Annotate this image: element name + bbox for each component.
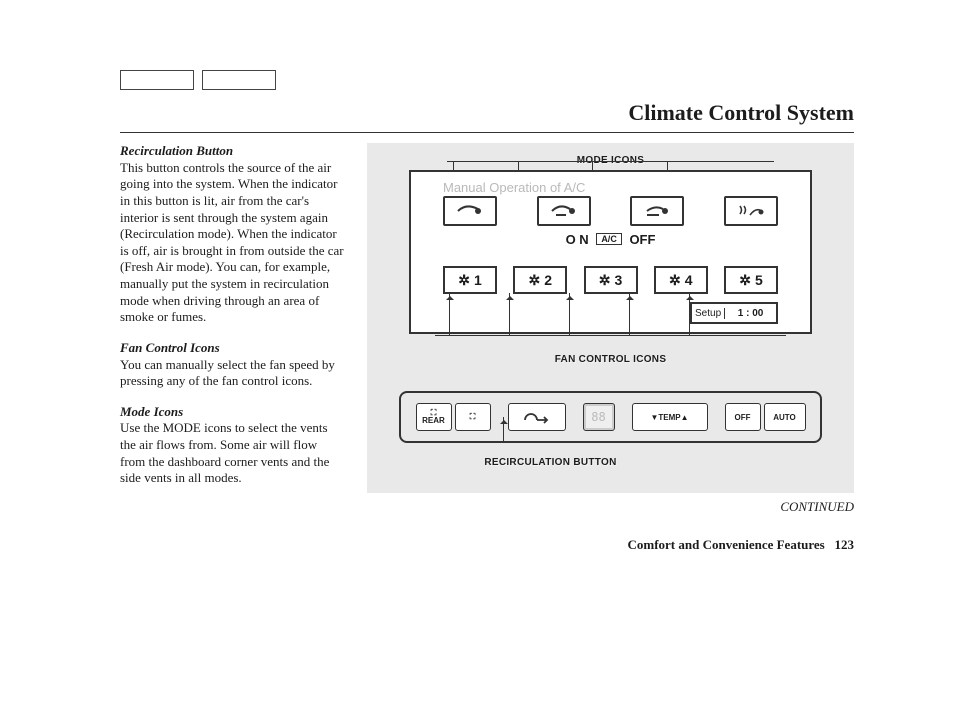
page-footer: Comfort and Convenience Features 123 [367,537,854,553]
ac-off: OFF [629,232,655,247]
main-layout: Recirculation Button This button control… [120,143,854,553]
temp-label: TEMP [658,413,680,422]
leader-recirc [503,417,504,441]
setup-label: Setup [692,308,725,319]
mode-icon-face [443,196,497,226]
page-number: 123 [835,537,855,552]
auto-button: AUTO [764,403,806,431]
page-title: Climate Control System [120,100,854,126]
physical-panel: ⛶REAR ⛶ 88 ▼ TEMP ▲ OFF AUTO [399,391,822,443]
fan-row: ✲1 ✲2 ✲3 ✲4 ✲5 [443,266,778,294]
mode-icon-feet [630,196,684,226]
rear-defrost-button: ⛶REAR [416,403,452,431]
continued-label: CONTINUED [367,499,854,515]
ac-chip: A/C [596,233,622,245]
fan-icon: ✲ [739,272,751,289]
display-screen: Manual Operation of A/C O N A/C OFF ✲1 ✲… [409,170,812,334]
fan-2: ✲2 [513,266,567,294]
blank-tab-1 [120,70,194,90]
leader-mode-h [447,161,774,162]
figure-box: MODE ICONS Manual Operation of A/C O N A… [367,143,854,493]
leader-f1 [449,293,450,335]
fan-icon: ✲ [669,272,681,289]
setup-clock: Setup 1 : 00 [690,302,778,324]
recirculation-button [508,403,566,431]
fan-icon: ✲ [528,272,540,289]
leader-f2 [509,293,510,335]
leader-f3 [569,293,570,335]
fan-3: ✲3 [584,266,638,294]
footer-section: Comfort and Convenience Features [627,537,824,552]
mode-heading: Mode Icons [120,404,183,419]
fan-heading: Fan Control Icons [120,340,220,355]
fan-5-label: 5 [755,272,763,288]
temp-display-value: 88 [591,410,605,424]
rear-label: REAR [422,416,445,425]
ac-line: O N A/C OFF [411,232,810,247]
mode-icon-row [443,196,778,226]
auto-label: AUTO [773,413,796,422]
front-defrost-button: ⛶ [455,403,491,431]
temp-display: 88 [583,403,615,431]
mode-body: Use the MODE icons to select the vents t… [120,420,329,485]
fan-3-label: 3 [614,272,622,288]
fan-4: ✲4 [654,266,708,294]
temp-rocker: ▼ TEMP ▲ [632,403,708,431]
off-button: OFF [725,403,761,431]
mode-icon-face-feet [537,196,591,226]
recirc-heading: Recirculation Button [120,143,233,158]
fan-5: ✲5 [724,266,778,294]
blank-tab-2 [202,70,276,90]
text-column: Recirculation Button This button control… [120,143,345,553]
header-tag-boxes [120,70,854,90]
leader-fan-h [435,335,786,336]
caption-recirc: RECIRCULATION BUTTON [381,457,840,468]
off-label: OFF [735,413,751,422]
caption-fan-icons: FAN CONTROL ICONS [381,354,840,365]
fan-1: ✲1 [443,266,497,294]
leader-f4 [629,293,630,335]
ghost-text: Manual Operation of A/C [443,180,585,195]
fan-2-label: 2 [544,272,552,288]
clock-value: 1 : 00 [725,308,776,319]
title-rule [120,132,854,133]
fan-icon: ✲ [458,272,470,289]
figure-column: MODE ICONS Manual Operation of A/C O N A… [367,143,854,553]
leader-f5 [689,293,690,335]
fan-4-label: 4 [685,272,693,288]
fan-icon: ✲ [599,272,611,289]
recirc-body: This button controls the source of the a… [120,160,344,325]
ac-on: O N [566,232,589,247]
fan-body: You can manually select the fan speed by… [120,357,335,389]
mode-icon-defrost-feet [724,196,778,226]
fan-1-label: 1 [474,272,482,288]
